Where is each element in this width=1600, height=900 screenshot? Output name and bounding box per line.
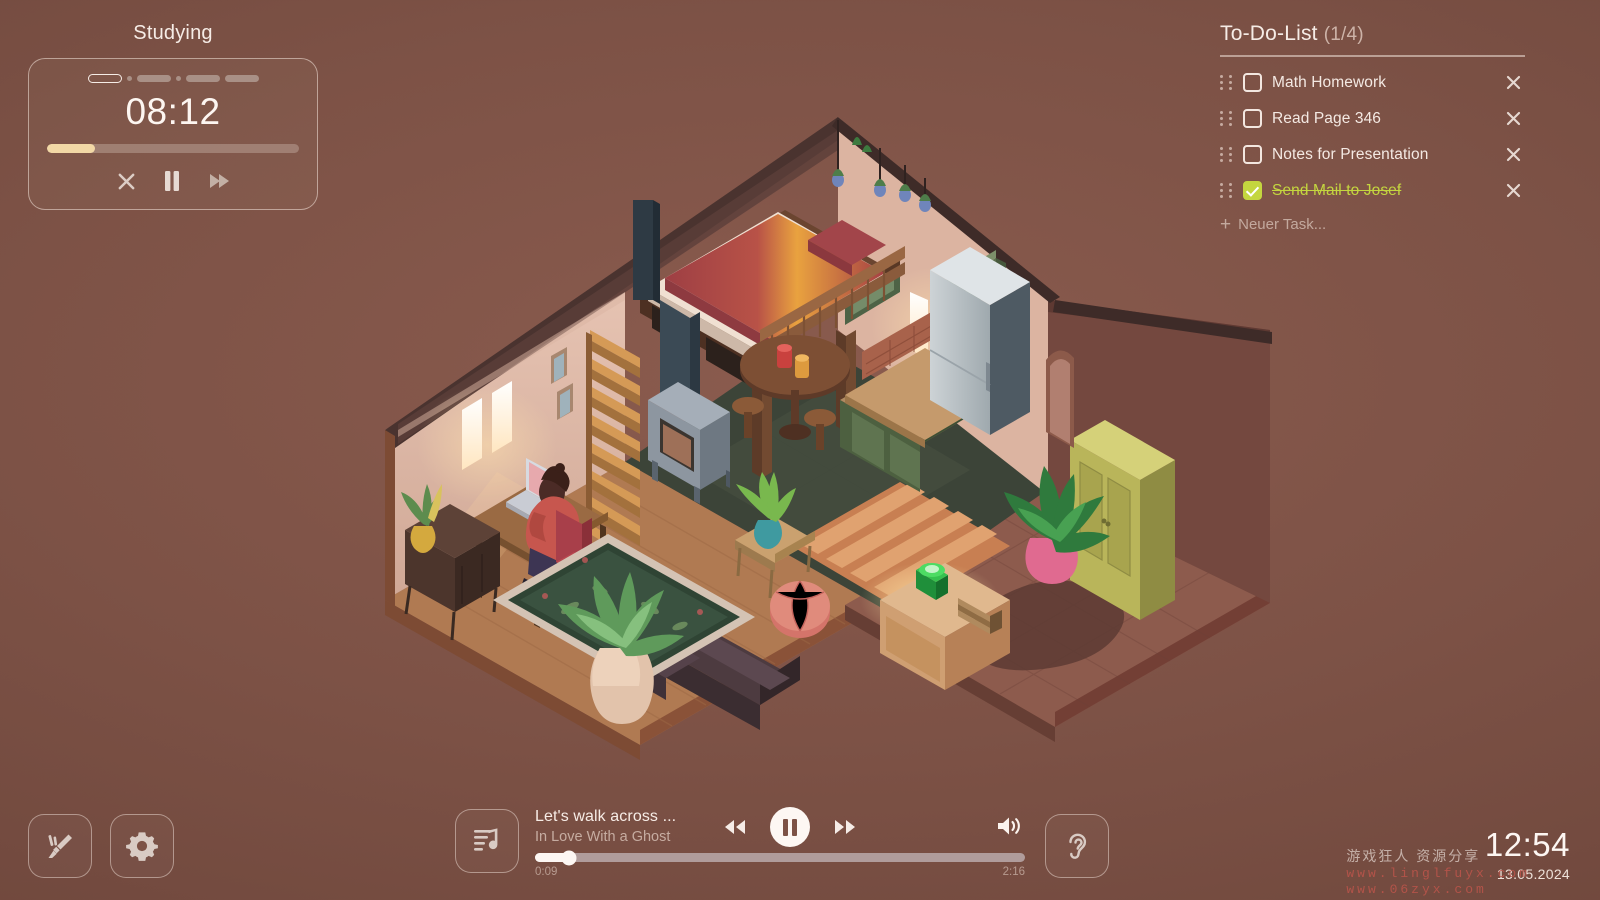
session-separator-dot: [126, 76, 132, 81]
clock: 12:54 13.05.2024: [1485, 828, 1570, 882]
timer-countdown: 08:12: [125, 91, 221, 132]
play-pause-button[interactable]: [770, 807, 810, 847]
todo-list-header: To-Do-List (1/4): [1220, 22, 1525, 46]
todo-item-label: Notes for Presentation: [1272, 145, 1429, 163]
table-row[interactable]: Read Page 346: [1220, 101, 1525, 137]
decorate-button[interactable]: [28, 814, 92, 878]
close-icon: [1506, 76, 1521, 90]
todo-completed-count: (1/4): [1323, 24, 1364, 45]
session-segment: [136, 75, 171, 82]
clock-time: 12:54: [1484, 826, 1570, 864]
watermark-line-2: www.06zyx.com: [1346, 881, 1487, 897]
gear-icon: [126, 832, 158, 861]
skip-forward-icon: [209, 174, 229, 188]
todo-item-label: Send Mail to Josef: [1272, 181, 1402, 199]
timer-controls: [45, 167, 301, 195]
music-player: Let's walk across ... In Love With a Gho…: [455, 803, 1025, 878]
pause-icon: [783, 818, 788, 836]
fast-forward-icon: [835, 820, 855, 834]
todo-checkbox[interactable]: [1243, 181, 1262, 201]
session-separator-dot: [175, 76, 181, 81]
table-row[interactable]: Math Homework: [1220, 65, 1525, 101]
bottom-left-toolbar: [28, 814, 174, 878]
ear-icon: [1069, 833, 1087, 859]
todo-checkbox[interactable]: [1243, 109, 1262, 129]
track-duration: 2:16: [1002, 866, 1025, 878]
ambient-sounds-button[interactable]: [1045, 814, 1109, 878]
drag-handle-icon[interactable]: [1220, 183, 1233, 199]
todo-checkbox[interactable]: [1243, 145, 1262, 165]
close-icon: [1506, 184, 1521, 198]
skip-timer-button[interactable]: [208, 171, 230, 191]
table-row[interactable]: Notes for Presentation: [1220, 137, 1525, 173]
playlist-button[interactable]: [455, 808, 519, 873]
rewind-icon: [725, 820, 745, 834]
track-title: Let's walk across ...: [535, 807, 677, 825]
todo-list-panel: To-Do-List (1/4) Math Homework Read Page…: [1220, 22, 1525, 234]
timer-progress-fill: [47, 144, 95, 153]
delete-task-button[interactable]: [1502, 107, 1525, 130]
clock-date: 13.05.2024: [1496, 866, 1570, 882]
todo-item-label: Math Homework: [1272, 73, 1387, 91]
pause-timer-button[interactable]: [162, 169, 182, 193]
playback-controls: [722, 807, 858, 847]
delete-task-button[interactable]: [1502, 179, 1525, 202]
table-row[interactable]: Send Mail to Josef: [1220, 173, 1525, 209]
add-task-label: Neuer Task...: [1238, 215, 1327, 233]
close-icon: [1506, 112, 1521, 126]
session-segment: [224, 75, 259, 82]
drag-handle-icon[interactable]: [1220, 111, 1233, 127]
volume-button[interactable]: [995, 814, 1023, 841]
track-elapsed: 0:09: [535, 866, 558, 878]
track-metadata: Let's walk across ... In Love With a Gho…: [535, 807, 720, 848]
timer-progress-bar: [47, 144, 299, 153]
focus-timer-panel: Studying 08:12: [28, 22, 318, 210]
music-top-row: Let's walk across ... In Love With a Gho…: [535, 803, 1025, 851]
session-segment-active: [87, 74, 122, 83]
settings-button[interactable]: [110, 814, 174, 878]
session-segment: [185, 75, 220, 82]
todo-checkbox[interactable]: [1243, 73, 1262, 93]
plus-icon: +: [1220, 213, 1232, 235]
add-task-button[interactable]: + Neuer Task...: [1220, 215, 1525, 234]
ambient-sounds-wrap: [1045, 814, 1109, 878]
drag-handle-icon[interactable]: [1220, 147, 1233, 163]
track-progress-bar[interactable]: [535, 850, 1025, 865]
drag-handle-icon[interactable]: [1220, 75, 1233, 91]
track-times: 0:09 2:16: [535, 866, 1025, 878]
close-icon: [1506, 148, 1521, 162]
timer-activity-label: Studying: [133, 22, 213, 44]
paintbrush-icon: [48, 834, 72, 858]
next-track-button[interactable]: [832, 817, 858, 837]
track-scrubber-knob[interactable]: [561, 850, 577, 865]
todo-divider: [1220, 55, 1525, 57]
close-icon: [118, 173, 134, 189]
timer-card: 08:12: [28, 58, 318, 210]
track-artist: In Love With a Ghost: [535, 828, 671, 845]
playlist-music-icon: [474, 827, 498, 851]
todo-list-title: To-Do-List: [1220, 22, 1318, 45]
stop-timer-button[interactable]: [117, 172, 136, 191]
volume-high-icon: [998, 817, 1020, 834]
pomodoro-session-indicator: [45, 73, 301, 84]
delete-task-button[interactable]: [1502, 71, 1525, 94]
todo-item-label: Read Page 346: [1272, 109, 1382, 127]
delete-task-button[interactable]: [1502, 143, 1525, 166]
pause-icon: [164, 171, 179, 191]
music-body: Let's walk across ... In Love With a Gho…: [535, 803, 1025, 878]
track-scrubber[interactable]: 0:09 2:16: [535, 850, 1025, 878]
previous-track-button[interactable]: [722, 817, 748, 837]
